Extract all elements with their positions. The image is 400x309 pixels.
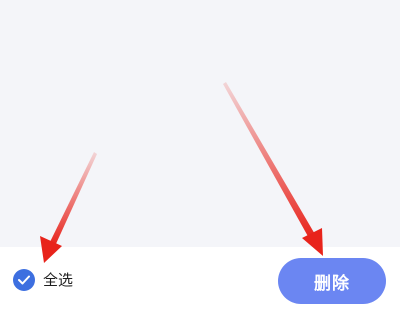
screen: 全选 删除: [0, 0, 400, 309]
select-all-label: 全选: [43, 271, 74, 289]
delete-button[interactable]: 删除: [278, 258, 386, 304]
content-area: [0, 0, 400, 247]
bottom-action-bar: 全选 删除: [0, 247, 400, 309]
checkmark-circle-icon[interactable]: [13, 269, 35, 291]
select-all-toggle[interactable]: 全选: [13, 269, 73, 291]
